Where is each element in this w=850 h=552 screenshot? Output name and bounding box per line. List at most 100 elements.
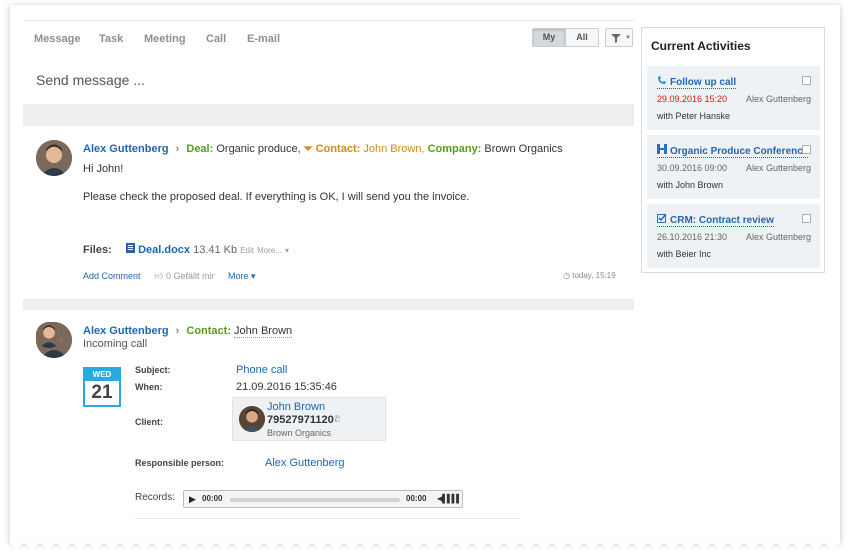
contact-label: Contact: bbox=[186, 325, 231, 337]
deal-value[interactable]: Organic produce, bbox=[216, 143, 300, 155]
tab-meeting[interactable]: Meeting bbox=[144, 33, 186, 45]
activity-title: Organic Produce Conference bbox=[670, 146, 809, 157]
complete-checkbox[interactable] bbox=[802, 214, 811, 223]
player-total-time: 00:00 bbox=[406, 494, 427, 503]
post-timestamp: ◷ today, 15:19 bbox=[563, 271, 616, 280]
filter-button[interactable]: ▼ bbox=[605, 28, 633, 47]
activity-date: 29.09.2016 15:20 bbox=[657, 94, 728, 104]
client-avatar[interactable] bbox=[239, 406, 265, 432]
torn-edge bbox=[10, 530, 840, 549]
when-label: When: bbox=[135, 382, 163, 392]
player-current-time: 00:00 bbox=[202, 494, 223, 503]
volume-icon[interactable]: ◀▌▌▌▌ bbox=[437, 494, 462, 503]
company-value[interactable]: Brown Organics bbox=[484, 143, 562, 155]
activity-item: Organic Produce Conference 30.09.2016 09… bbox=[647, 135, 820, 199]
chevron-right-icon: › bbox=[175, 325, 180, 337]
meeting-icon bbox=[657, 144, 667, 154]
activity-with: with Peter Hanske bbox=[657, 111, 731, 121]
file-size: 13.41 Kb bbox=[193, 244, 238, 256]
activity-feed: Message Task Meeting Call E-mail My All … bbox=[23, 20, 634, 519]
activity-date: 30.09.2016 09:00 bbox=[657, 163, 728, 173]
post-header: Alex Guttenberg › Contact: John Brown bbox=[83, 325, 293, 338]
more-label: More bbox=[228, 271, 249, 281]
responsible-label: Responsible person: bbox=[135, 458, 225, 468]
contact-value[interactable]: John Brown bbox=[234, 325, 293, 338]
activity-owner: Alex Guttenberg bbox=[745, 94, 811, 104]
call-type: Incoming call bbox=[83, 338, 148, 350]
chevron-down-icon: ▾ bbox=[251, 271, 256, 281]
responsible-link[interactable]: Alex Guttenberg bbox=[265, 457, 345, 469]
activity-item: Follow up call 29.09.2016 15:20 Alex Gut… bbox=[647, 66, 820, 130]
activity-title-link[interactable]: CRM: Contract review bbox=[657, 213, 774, 227]
toggle-my-button[interactable]: My bbox=[533, 29, 565, 46]
subject-link[interactable]: Phone call bbox=[236, 364, 287, 376]
calendar-day: 21 bbox=[91, 382, 113, 403]
filter-icon bbox=[611, 34, 621, 43]
toggle-all-button[interactable]: All bbox=[565, 29, 598, 46]
activity-owner: Alex Guttenberg bbox=[745, 232, 811, 242]
task-icon bbox=[657, 213, 667, 223]
avatar[interactable] bbox=[36, 140, 72, 176]
chevron-right-icon: › bbox=[175, 143, 180, 155]
activity-with: with John Brown bbox=[657, 180, 724, 190]
activity-title-link[interactable]: Follow up call bbox=[657, 75, 737, 89]
activity-item: CRM: Contract review 26.10.2016 21:30 Al… bbox=[647, 204, 820, 268]
client-name-link[interactable]: John Brown bbox=[267, 401, 325, 413]
post-time: today, 15:19 bbox=[572, 271, 616, 280]
files-label: Files: bbox=[83, 244, 112, 256]
phone-icon bbox=[658, 76, 666, 84]
responsible-avatar[interactable] bbox=[36, 322, 62, 348]
records-label: Records: bbox=[135, 492, 176, 503]
play-icon[interactable]: ▶ bbox=[189, 494, 196, 505]
complete-checkbox[interactable] bbox=[802, 145, 811, 154]
deal-label: Deal: bbox=[186, 143, 214, 155]
calendar-weekday: WED bbox=[85, 369, 119, 381]
complete-checkbox[interactable] bbox=[802, 76, 811, 85]
divider-bar bbox=[23, 104, 634, 126]
current-activities-panel: Current Activities Follow up call 29.09.… bbox=[641, 27, 825, 273]
panel-title: Current Activities bbox=[651, 39, 751, 53]
like-button[interactable]: 👍︎ 0 Gefällt mir bbox=[154, 271, 214, 281]
clock-icon: ◷ bbox=[563, 271, 570, 280]
post-body: Please check the proposed deal. If every… bbox=[83, 191, 470, 203]
author-link[interactable]: Alex Guttenberg bbox=[83, 143, 169, 155]
feed-tabbar: Message Task Meeting Call E-mail My All … bbox=[23, 20, 634, 54]
client-company: Brown Organics bbox=[267, 428, 332, 438]
activity-title-link[interactable]: Organic Produce Conference bbox=[657, 144, 809, 158]
like-count: 0 Gefällt mir bbox=[165, 271, 215, 281]
call-icon[interactable]: ✆ bbox=[333, 414, 341, 425]
contact-value[interactable]: John Brown, bbox=[363, 143, 424, 155]
author-link[interactable]: Alex Guttenberg bbox=[83, 325, 169, 337]
tab-message[interactable]: Message bbox=[34, 33, 80, 45]
divider bbox=[135, 518, 520, 519]
when-value: 21.09.2016 15:35:46 bbox=[236, 381, 337, 393]
client-phone[interactable]: 79527971120 bbox=[267, 414, 334, 426]
contact-label: Contact: bbox=[315, 143, 361, 155]
post-header: Alex Guttenberg › Deal: Organic produce,… bbox=[83, 143, 563, 156]
scope-toggle: My All bbox=[532, 28, 599, 47]
company-label: Company: bbox=[427, 143, 482, 155]
more-menu-button[interactable]: More ▾ bbox=[228, 271, 256, 281]
post-greeting: Hi John! bbox=[83, 163, 124, 175]
activity-date: 26.10.2016 21:30 bbox=[657, 232, 728, 242]
client-card: John Brown 79527971120 ✆ Brown Organics bbox=[232, 397, 386, 441]
thumbs-up-icon: 👍︎ bbox=[154, 271, 164, 281]
tab-task[interactable]: Task bbox=[99, 33, 123, 45]
player-seek-bar[interactable] bbox=[230, 498, 400, 502]
calendar-icon: WED 21 bbox=[83, 367, 121, 407]
activity-title: Follow up call bbox=[670, 77, 737, 88]
subject-label: Subject: bbox=[135, 365, 171, 375]
tab-call[interactable]: Call bbox=[206, 33, 226, 45]
file-link[interactable]: Deal.docx bbox=[138, 244, 190, 256]
divider-bar bbox=[23, 299, 634, 310]
file-edit-link[interactable]: Edit bbox=[240, 246, 254, 255]
activity-owner: Alex Guttenberg bbox=[745, 163, 811, 173]
file-more-link[interactable]: More... bbox=[257, 246, 282, 255]
tab-email[interactable]: E-mail bbox=[247, 33, 280, 45]
chevron-down-icon: ▼ bbox=[625, 35, 631, 41]
add-comment-link[interactable]: Add Comment bbox=[83, 271, 141, 281]
client-label: Client: bbox=[135, 417, 163, 427]
contact-filter-icon: ⏷ bbox=[303, 143, 313, 155]
activity-title: CRM: Contract review bbox=[670, 215, 774, 226]
send-message-input[interactable]: Send message ... bbox=[36, 72, 145, 88]
